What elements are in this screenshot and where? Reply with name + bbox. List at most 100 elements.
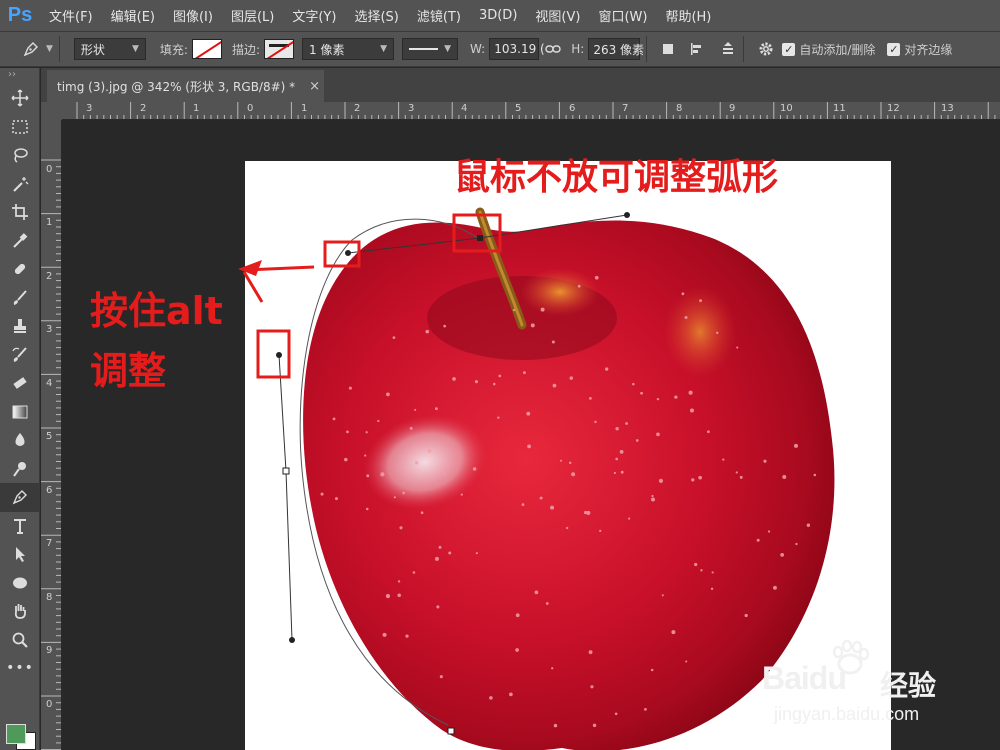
menu-view[interactable]: 视图(V) [526, 6, 589, 25]
menu-edit[interactable]: 编辑(E) [102, 6, 164, 25]
ruler-label: 4 [46, 378, 53, 389]
stamp-icon [14, 319, 26, 334]
ruler-label: 2 [140, 103, 147, 114]
more-tools-button[interactable]: ••• [0, 654, 40, 683]
move-tool[interactable] [0, 84, 40, 113]
pen-tool[interactable] [0, 483, 40, 512]
stroke-line-preview [409, 48, 439, 50]
ruler-label: 9 [46, 645, 53, 656]
stroke-label: 描边: [231, 42, 261, 57]
stroke-swatch[interactable] [264, 39, 295, 59]
width-input[interactable]: 103.19 ( [489, 38, 545, 60]
lasso-tool[interactable] [0, 141, 40, 170]
annotation-arrowhead [238, 260, 262, 276]
crop-icon [12, 204, 28, 221]
document-tab-bar: timg (3).jpg @ 342% (形状 3, RGB/8#) * × [41, 68, 1000, 102]
tool-preset-picker[interactable]: ▼ [22, 40, 53, 58]
ruler-label: 3 [46, 324, 53, 335]
annotation-adjust: 调整 [90, 349, 167, 393]
gradient-tool[interactable] [0, 398, 40, 427]
clone-stamp-tool[interactable] [0, 312, 40, 341]
magic-wand-icon [13, 176, 29, 192]
ruler-label: 3 [408, 103, 415, 114]
path-operations-icon [663, 44, 674, 54]
menu-bar: Ps 文件(F) 编辑(E) 图像(I) 图层(L) 文字(Y) 选择(S) 滤… [0, 0, 1000, 31]
foreground-color-swatch[interactable] [6, 724, 26, 744]
tool-mode-select[interactable]: 形状 ▼ [73, 38, 146, 60]
crop-tool[interactable] [0, 198, 40, 227]
document-tab[interactable]: timg (3).jpg @ 342% (形状 3, RGB/8#) * × [47, 70, 324, 102]
blur-tool[interactable] [0, 426, 40, 455]
gear-icon [759, 42, 773, 56]
hand-tool[interactable] [0, 597, 40, 626]
menu-file[interactable]: 文件(F) [40, 6, 102, 25]
link-icon[interactable] [545, 43, 561, 55]
menu-filter[interactable]: 滤镜(T) [408, 6, 470, 25]
path-alignment-button[interactable] [689, 41, 705, 57]
menu-help[interactable]: 帮助(H) [656, 6, 720, 25]
horizontal-ruler-ticks [76, 102, 996, 119]
zoom-tool[interactable] [0, 626, 40, 655]
direction-point [624, 212, 630, 218]
ruler-label: 13 [941, 103, 954, 114]
fill-swatch[interactable] [191, 39, 222, 59]
ruler-label: 3 [86, 103, 93, 114]
dodge-tool[interactable] [0, 455, 40, 484]
color-swatches[interactable] [4, 724, 36, 750]
more-icon: ••• [6, 660, 34, 677]
auto-add-delete-checkbox[interactable]: ✓ [782, 42, 796, 56]
history-brush-tool[interactable] [0, 341, 40, 370]
menu-layer[interactable]: 图层(L) [222, 6, 283, 25]
ellipse-tool[interactable] [0, 569, 40, 598]
eraser-icon [13, 377, 27, 390]
ruler-label: 8 [676, 103, 683, 114]
magic-wand-tool[interactable] [0, 170, 40, 199]
healing-tool[interactable] [0, 255, 40, 284]
tool-mode-value: 形状 [80, 42, 105, 57]
hand-icon [14, 604, 26, 620]
vertical-ruler[interactable]: 0 1 2 3 4 5 6 7 8 9 0 [41, 120, 62, 750]
settings-button[interactable] [758, 41, 774, 57]
healing-icon [14, 264, 26, 275]
type-tool[interactable] [0, 512, 40, 541]
ruler-label: 5 [515, 103, 522, 114]
canvas-workspace[interactable]: 鼠标不放可调整弧形 按住alt 调整 Baidu 经验 jingyan.baid… [62, 120, 1000, 750]
close-icon[interactable]: × [309, 79, 320, 94]
arrange-icon [723, 42, 734, 54]
stroke-type-select[interactable]: ▼ [402, 38, 459, 60]
path-operations-button[interactable] [661, 42, 675, 56]
align-edges-checkbox[interactable]: ✓ [887, 42, 901, 56]
menu-select[interactable]: 选择(S) [345, 6, 407, 25]
stroke-width-field[interactable]: 1 像素 ▼ [302, 38, 395, 60]
align-icon [691, 43, 702, 55]
type-icon [14, 518, 26, 534]
history-brush-icon [12, 347, 27, 362]
path-arrangement-button[interactable] [719, 41, 737, 57]
menu-3d[interactable]: 3D(D) [470, 8, 526, 23]
zoom-icon [12, 632, 28, 648]
pen-icon [23, 42, 38, 57]
watermark-brand: Baidu [762, 660, 847, 696]
anchor-point [447, 727, 455, 735]
divider [646, 36, 648, 62]
divider [58, 36, 60, 62]
width-label: W: [470, 42, 486, 56]
panel-grip-icon[interactable]: ›› [0, 68, 39, 84]
menu-image[interactable]: 图像(I) [164, 6, 222, 25]
chevron-down-icon: ▼ [444, 44, 452, 54]
ruler-label: 9 [729, 103, 736, 114]
eyedropper-tool[interactable] [0, 227, 40, 256]
watermark-url: jingyan.baidu.com [774, 704, 920, 724]
height-input[interactable]: 263 像素 [588, 38, 644, 60]
menu-type[interactable]: 文字(Y) [283, 6, 345, 25]
brush-tool[interactable] [0, 284, 40, 313]
path-selection-tool[interactable] [0, 540, 40, 569]
horizontal-ruler[interactable]: 3 2 1 0 1 2 3 4 5 6 7 8 9 10 11 12 13 [62, 102, 1000, 120]
menu-window[interactable]: 窗口(W) [589, 6, 656, 25]
marquee-tool[interactable] [0, 113, 40, 142]
annotation-adjust-arc: 鼠标不放可调整弧形 [454, 157, 779, 198]
height-label: H: [571, 42, 585, 56]
fill-label: 填充: [159, 42, 188, 57]
eraser-tool[interactable] [0, 369, 40, 398]
ruler-label: 2 [354, 103, 361, 114]
